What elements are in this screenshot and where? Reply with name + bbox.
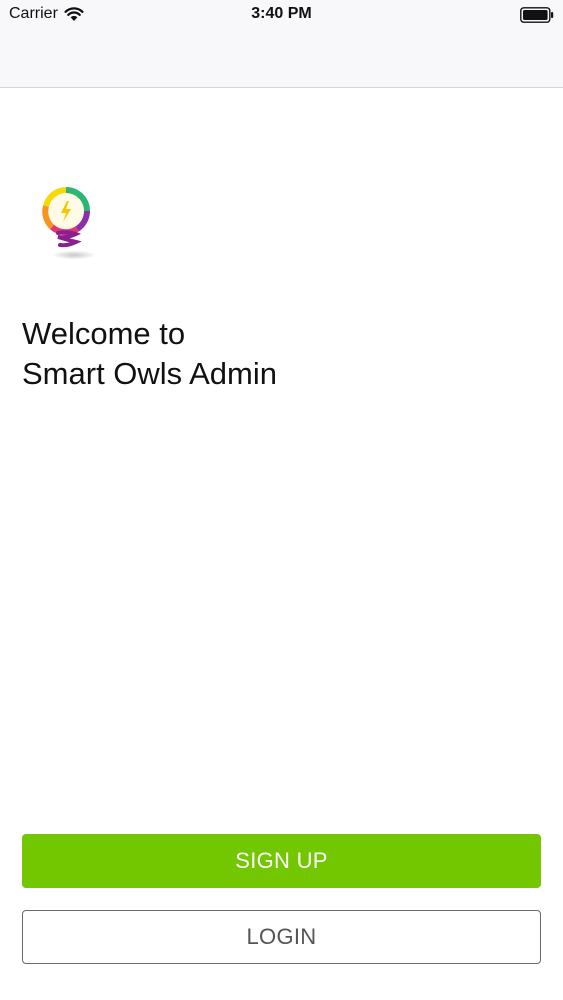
- lightbulb-logo-icon: [42, 187, 96, 260]
- navigation-bar: [0, 30, 563, 88]
- status-time: 3:40 PM: [251, 5, 312, 22]
- login-button[interactable]: LOGIN: [22, 910, 541, 964]
- welcome-title: Welcome to Smart Owls Admin: [22, 314, 277, 394]
- status-bar: Carrier 3:40 PM: [0, 0, 563, 30]
- battery-icon: [520, 7, 554, 23]
- welcome-line-1: Welcome to: [22, 316, 186, 351]
- sign-up-button[interactable]: SIGN UP: [22, 834, 541, 888]
- welcome-line-2: Smart Owls Admin: [22, 356, 277, 391]
